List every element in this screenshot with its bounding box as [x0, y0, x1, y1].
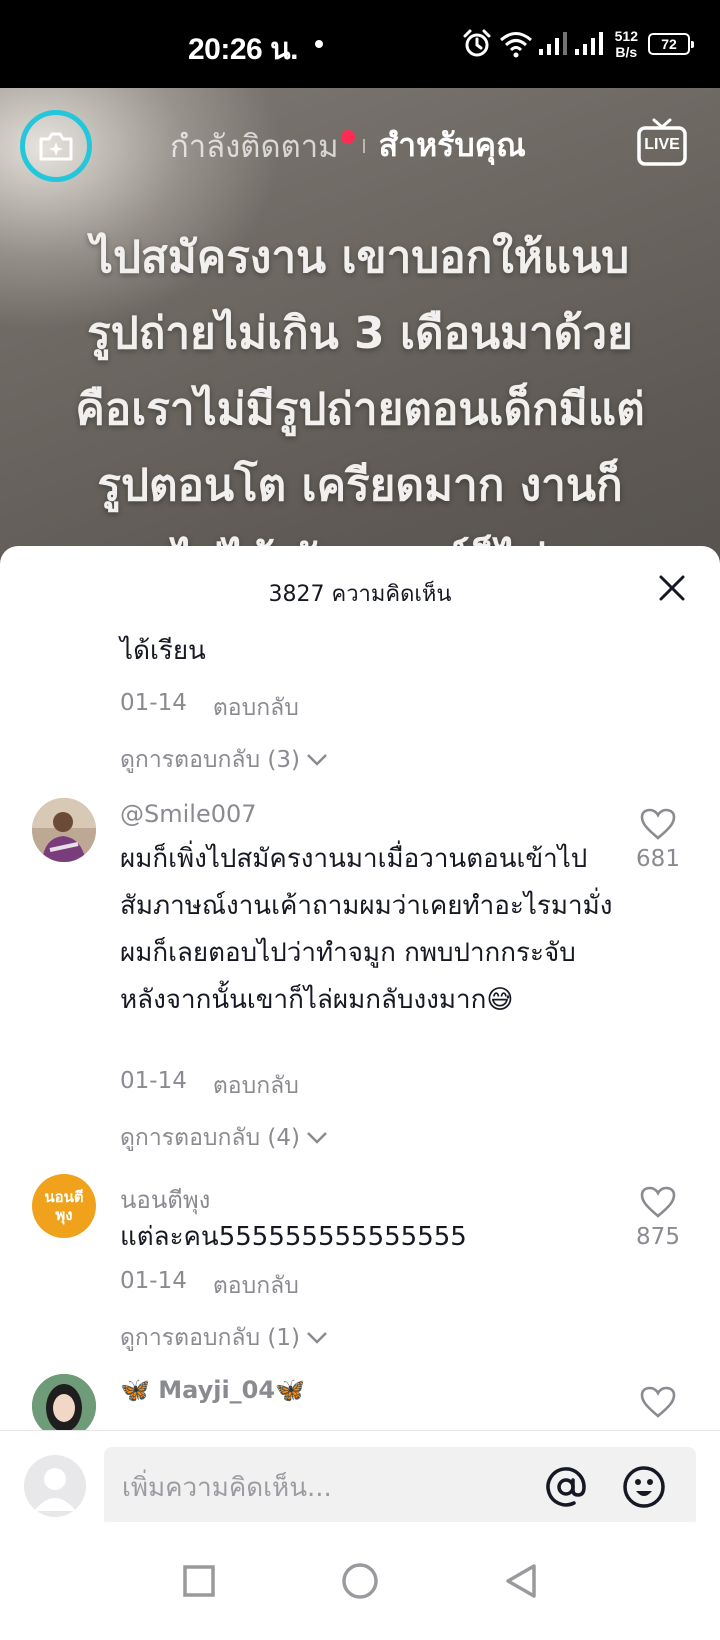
like-count: 875: [636, 1224, 680, 1250]
tab-following[interactable]: กำลังติดตาม: [170, 121, 339, 171]
wifi-icon: [499, 32, 532, 58]
battery-icon: 72: [648, 33, 694, 55]
tab-for-you[interactable]: สำหรับคุณ: [379, 120, 526, 171]
signal-icon: [538, 32, 567, 55]
close-button[interactable]: [654, 570, 690, 606]
nav-back-icon[interactable]: [504, 1563, 538, 1599]
comment-input-bar: เพิ่มความคิดเห็น...: [0, 1430, 720, 1527]
like-button[interactable]: 875: [630, 1186, 686, 1250]
alarm-icon: [463, 29, 491, 57]
comment-text: แต่ละคน555555555555555: [120, 1222, 467, 1252]
chevron-down-icon: [307, 1332, 327, 1344]
comment-text: ได้เรียน: [120, 636, 206, 666]
avatar[interactable]: นอนตีพุง: [32, 1174, 96, 1238]
user-photo: [32, 798, 96, 862]
tab-separator: [362, 138, 365, 153]
reply-button[interactable]: ตอบกลับ: [213, 1268, 299, 1304]
comment-date: 01-14: [120, 1068, 187, 1094]
my-avatar: [24, 1455, 86, 1517]
network-speed: 512 B/s: [615, 28, 638, 60]
input-actions: [544, 1447, 666, 1527]
camera-sparkle-icon: [39, 132, 73, 161]
default-avatar-icon: [34, 1468, 76, 1511]
status-icons: 512 B/s 72: [461, 24, 694, 64]
caption-line: รูปถ่ายไม่เกิน 3 เดือนมาด้วย: [87, 308, 633, 359]
live-label: LIVE: [644, 136, 680, 153]
comment-meta: 01-14 ตอบกลับ: [120, 1268, 299, 1304]
view-replies-button[interactable]: ดูการตอบกลับ (4): [120, 1120, 328, 1156]
view-replies-button[interactable]: ดูการตอบกลับ (3): [120, 742, 328, 778]
emoji-icon[interactable]: [622, 1465, 666, 1509]
comment-date: 01-14: [120, 1268, 187, 1294]
feed-tabs: กำลังติดตาม สำหรับคุณ: [170, 120, 526, 171]
at-icon[interactable]: [544, 1465, 588, 1509]
comment-text: ผมก็เพิ่งไปสมัครงานมาเมื่อวานตอนเข้าไปสั…: [120, 844, 613, 1015]
comment-username[interactable]: @Smile007: [120, 800, 257, 828]
caption-line: ไปสมัครงาน เขาบอกให้แนบ: [90, 232, 630, 283]
like-count: 681: [636, 846, 680, 872]
heart-icon: [640, 1186, 676, 1218]
network-speed-value: 512: [614, 28, 638, 44]
signal-icon: [574, 32, 603, 55]
network-speed-unit: B/s: [615, 44, 638, 60]
status-time: 20:26 น.: [188, 33, 298, 66]
view-replies-label: ดูการตอบกลับ (1): [120, 1325, 300, 1351]
chevron-down-icon: [307, 754, 327, 766]
camera-button[interactable]: [20, 110, 92, 182]
chevron-down-icon: [307, 1132, 327, 1144]
new-content-dot: [340, 129, 355, 144]
heart-icon: [640, 808, 676, 840]
comments-count-title: 3827 ความคิดเห็น: [268, 582, 452, 607]
caption-line: รูปตอนโต เครียดมาก งานก็: [97, 460, 623, 511]
comments-header: 3827 ความคิดเห็น: [0, 546, 720, 630]
user-photo: [32, 1374, 96, 1430]
view-replies-button[interactable]: ดูการตอบกลับ (1): [120, 1320, 328, 1356]
reply-button[interactable]: ตอบกลับ: [213, 1068, 299, 1104]
comment-meta: 01-14 ตอบกลับ: [120, 690, 299, 726]
like-button[interactable]: 681: [630, 808, 686, 872]
avatar-logo-text: นอนตีพุง: [44, 1188, 84, 1224]
system-nav-bar: [0, 1522, 720, 1640]
reply-button[interactable]: ตอบกลับ: [213, 690, 299, 726]
comment-username[interactable]: 🦋 Mayji_04🦋: [120, 1376, 305, 1404]
battery-level: 72: [661, 36, 677, 52]
comment-input[interactable]: เพิ่มความคิดเห็น...: [104, 1447, 696, 1527]
comment-input-placeholder: เพิ่มความคิดเห็น...: [122, 1472, 332, 1503]
caption-line: คือเราไม่มีรูปถ่ายตอนเด็กมีแต่: [75, 384, 645, 435]
video-caption: ไปสมัครงาน เขาบอกให้แนบ รูปถ่ายไม่เกิน 3…: [0, 220, 720, 600]
nav-home-icon[interactable]: [341, 1562, 379, 1600]
comment-meta: 01-14 ตอบกลับ: [120, 1068, 299, 1104]
notification-dot: [315, 40, 323, 48]
view-replies-label: ดูการตอบกลับ (3): [120, 747, 300, 773]
comment-date: 01-14: [120, 690, 187, 716]
nav-recent-icon[interactable]: [182, 1564, 216, 1598]
comment-list[interactable]: ได้เรียน 01-14 ตอบกลับ ดูการตอบกลับ (3) …: [0, 630, 720, 1430]
avatar[interactable]: [32, 798, 96, 862]
heart-icon: [640, 1386, 676, 1418]
live-button[interactable]: LIVE: [636, 116, 688, 168]
view-replies-label: ดูการตอบกลับ (4): [120, 1125, 300, 1151]
close-icon: [659, 575, 685, 601]
avatar[interactable]: [32, 1374, 96, 1430]
like-button[interactable]: [630, 1386, 686, 1424]
status-bar: 20:26 น. 512 B/s 72: [0, 0, 720, 88]
